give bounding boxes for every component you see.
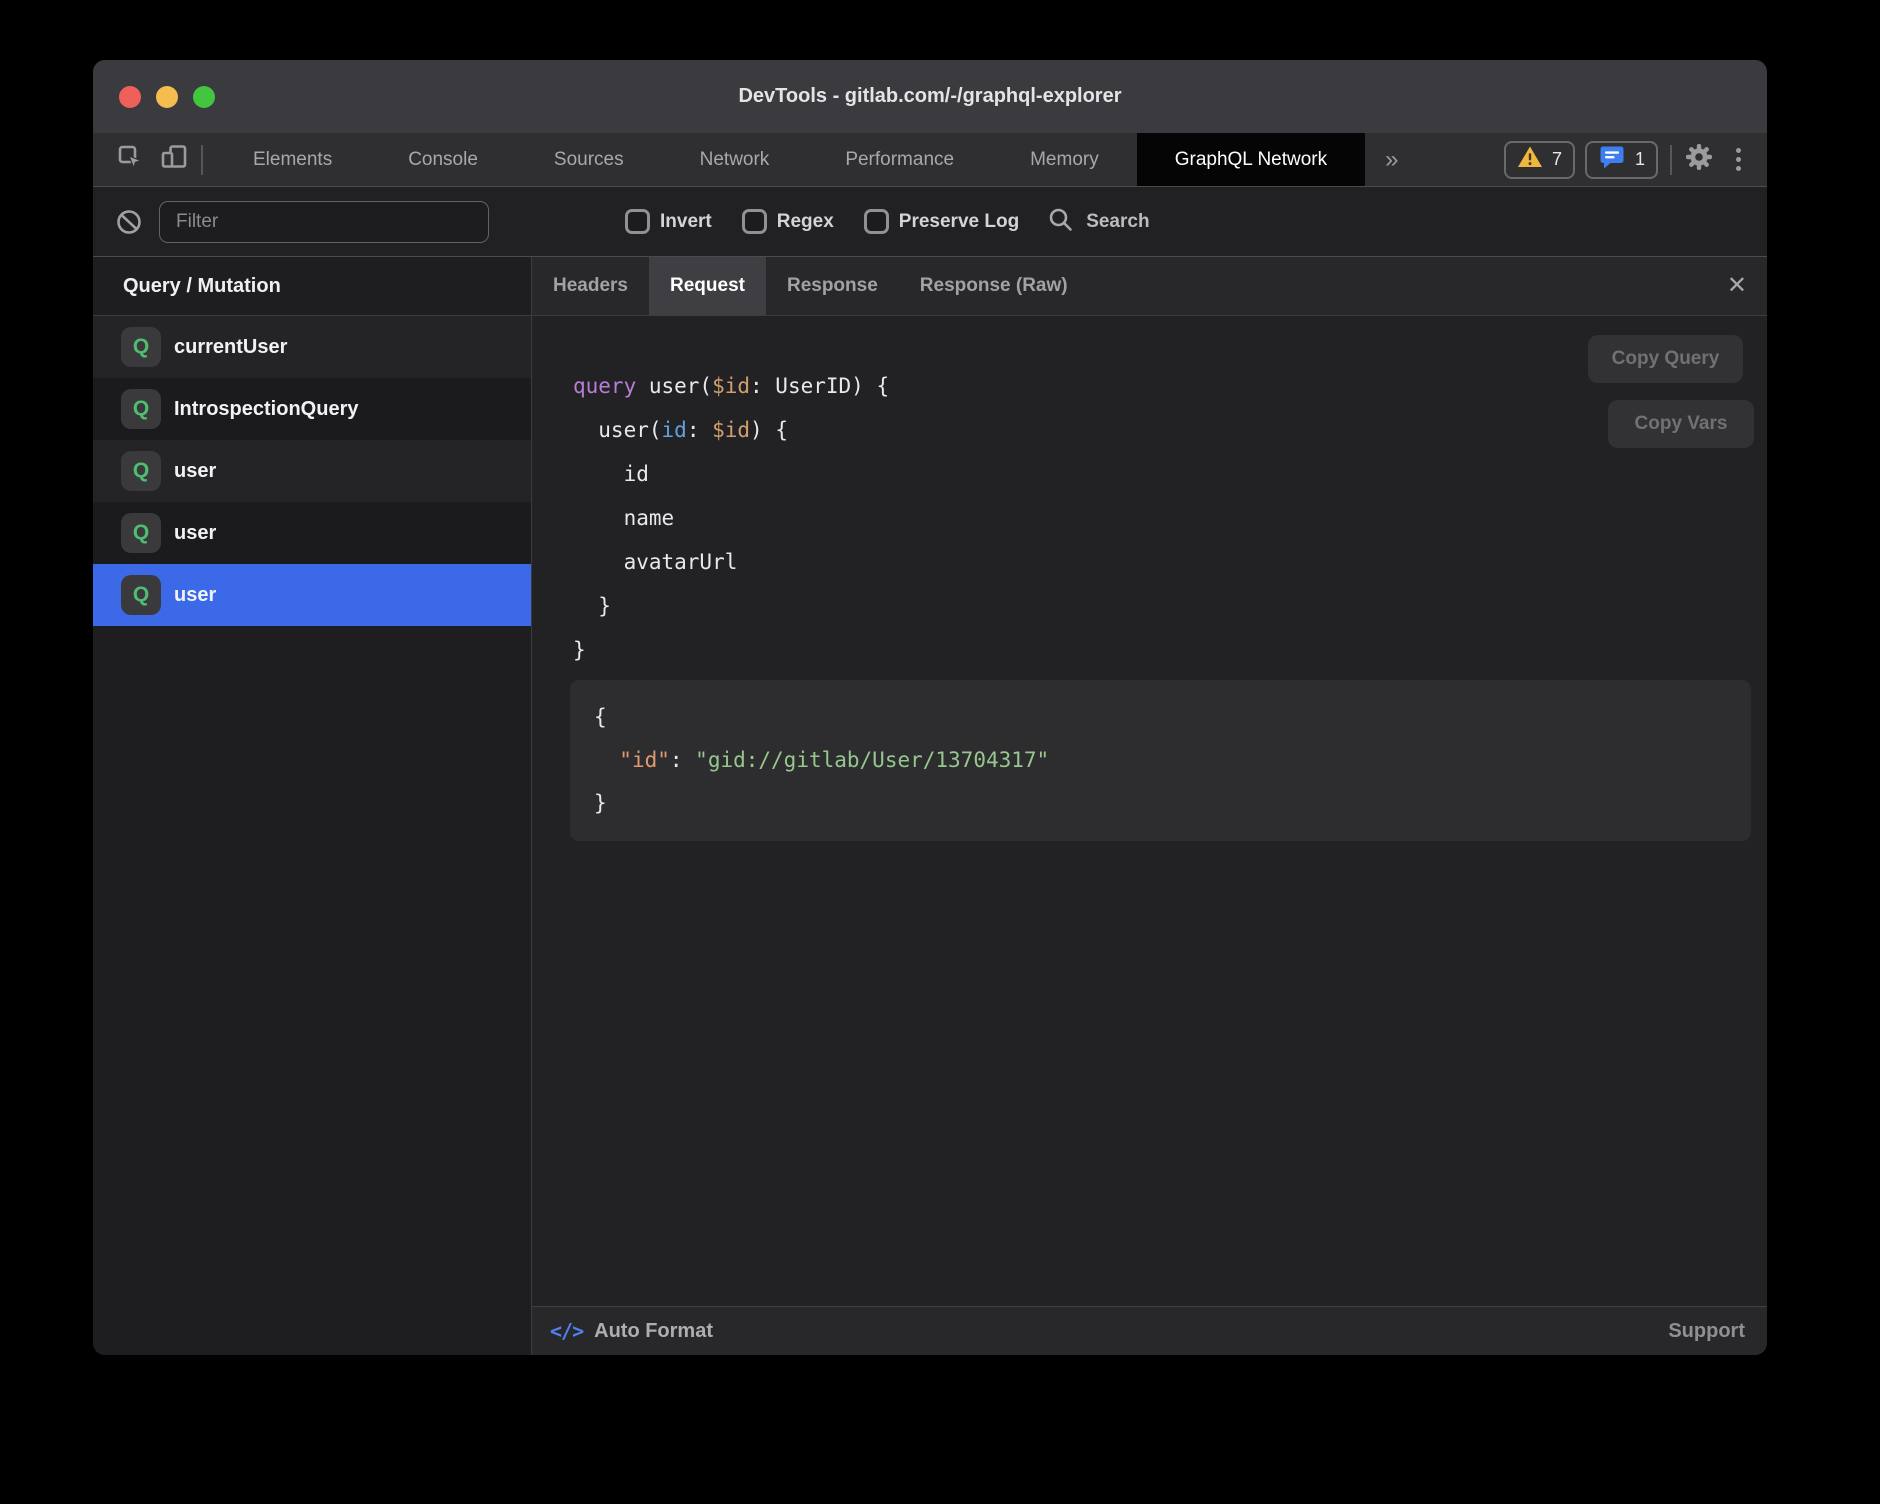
auto-format-icon: </> [550, 1319, 583, 1343]
query-type-badge: Q [121, 327, 161, 367]
auto-format-button[interactable]: Auto Format [594, 1320, 713, 1343]
clear-block-icon[interactable] [115, 208, 143, 236]
query-variables-box: { "id": "gid://gitlab/User/13704317"} [570, 680, 1751, 841]
invert-checkbox-box[interactable] [625, 209, 650, 234]
device-toolbar-icon[interactable] [159, 142, 189, 177]
query-type-badge: Q [121, 575, 161, 615]
devtools-tab-memory[interactable]: Memory [992, 133, 1137, 186]
query-list: QcurrentUserQIntrospectionQueryQuserQuse… [93, 316, 531, 626]
code-line: avatarUrl [573, 540, 1767, 584]
devtools-tab-strip: ElementsConsoleSourcesNetworkPerformance… [215, 133, 1365, 186]
filter-checkboxes: Invert Regex Preserve Log [625, 209, 1019, 234]
filter-input[interactable] [159, 201, 489, 243]
preserve-log-checkbox-label: Preserve Log [899, 211, 1019, 233]
code-line: name [573, 496, 1767, 540]
devtools-tab-performance[interactable]: Performance [807, 133, 992, 186]
query-list-panel: Query / Mutation QcurrentUserQIntrospect… [93, 257, 531, 1355]
warning-icon [1517, 145, 1543, 174]
devtools-tab-elements[interactable]: Elements [215, 133, 370, 186]
settings-gear-icon[interactable] [1684, 142, 1714, 177]
query-list-item-label: user [174, 584, 216, 607]
regex-checkbox-label: Regex [777, 211, 834, 233]
code-line: id [573, 452, 1767, 496]
support-link[interactable]: Support [1668, 1320, 1745, 1343]
detail-tab-strip: HeadersRequestResponseResponse (Raw) ✕ [532, 257, 1767, 316]
warnings-count: 7 [1552, 149, 1562, 170]
query-type-badge: Q [121, 513, 161, 553]
code-line: "id": "gid://gitlab/User/13704317" [594, 739, 1727, 782]
query-list-item-user-selected[interactable]: Quser [93, 564, 531, 626]
request-detail-panel: HeadersRequestResponseResponse (Raw) ✕ C… [531, 257, 1767, 1355]
query-list-item-introspectionquery[interactable]: Q IntrospectionQuery [93, 378, 531, 440]
message-bubble-icon [1598, 144, 1626, 175]
request-tab-content: Copy Query Copy Vars query user($id: Use… [532, 316, 1767, 1306]
detail-tab-response-raw[interactable]: Response (Raw) [899, 257, 1089, 315]
invert-checkbox-label: Invert [660, 211, 712, 233]
graphql-query-code: query user($id: UserID) { user(id: $id) … [532, 316, 1767, 672]
code-line: { [594, 696, 1727, 739]
search-icon [1047, 206, 1074, 238]
filter-bar: Invert Regex Preserve Log Search [93, 187, 1767, 257]
copy-vars-button[interactable]: Copy Vars [1608, 400, 1754, 448]
devtools-tab-sources[interactable]: Sources [516, 133, 662, 186]
query-list-item-currentuser[interactable]: QcurrentUser [93, 316, 531, 378]
devtools-toolbar: ElementsConsoleSourcesNetworkPerformance… [93, 133, 1767, 187]
copy-query-button[interactable]: Copy Query [1588, 335, 1743, 383]
query-list-item-label: user [174, 522, 216, 545]
query-type-badge: Q [121, 451, 161, 491]
close-panel-icon[interactable]: ✕ [1723, 270, 1751, 302]
devtools-tab-console[interactable]: Console [370, 133, 516, 186]
query-list-item-user[interactable]: Quser [93, 440, 531, 502]
issues-badge[interactable]: 1 [1585, 141, 1658, 179]
warnings-badge[interactable]: 7 [1504, 141, 1575, 179]
detail-tab-response[interactable]: Response [766, 257, 899, 315]
checkbox-invert[interactable]: Invert [625, 209, 712, 234]
code-line: } [594, 782, 1727, 825]
window-title: DevTools - gitlab.com/-/graphql-explorer [93, 85, 1767, 108]
code-line: } [573, 628, 1767, 672]
toolbar-separator [201, 145, 203, 175]
code-line: } [573, 584, 1767, 628]
checkbox-regex[interactable]: Regex [742, 209, 834, 234]
devtools-tab-network[interactable]: Network [662, 133, 808, 186]
devtools-tab-graphql-network[interactable]: GraphQL Network [1137, 133, 1365, 186]
detail-footer: </> Auto Format Support [532, 1306, 1767, 1355]
minimize-window-button[interactable] [156, 86, 178, 108]
traffic-lights [119, 86, 215, 108]
more-tabs-button[interactable]: » [1365, 133, 1418, 186]
zoom-window-button[interactable] [193, 86, 215, 108]
detail-tab-headers[interactable]: Headers [532, 257, 649, 315]
code-line: user(id: $id) { [573, 408, 1767, 452]
query-type-badge: Q [121, 389, 161, 429]
regex-checkbox-box[interactable] [742, 209, 767, 234]
query-list-item-label: user [174, 460, 216, 483]
query-list-item-user[interactable]: Quser [93, 502, 531, 564]
search-label: Search [1086, 211, 1149, 233]
checkbox-preserve-log[interactable]: Preserve Log [864, 209, 1019, 234]
issues-count: 1 [1635, 149, 1645, 170]
more-options-kebab-icon[interactable] [1728, 142, 1749, 177]
inspect-element-icon[interactable] [115, 142, 145, 177]
preserve-log-checkbox-box[interactable] [864, 209, 889, 234]
title-bar: DevTools - gitlab.com/-/graphql-explorer [93, 60, 1767, 133]
search-toggle[interactable]: Search [1047, 206, 1149, 238]
query-list-item-label: currentUser [174, 336, 287, 359]
toolbar-separator [1670, 145, 1672, 175]
detail-tab-request[interactable]: Request [649, 257, 766, 315]
close-window-button[interactable] [119, 86, 141, 108]
query-list-header: Query / Mutation [93, 257, 531, 316]
query-list-item-label: IntrospectionQuery [174, 398, 358, 421]
devtools-window: DevTools - gitlab.com/-/graphql-explorer… [93, 60, 1767, 1355]
